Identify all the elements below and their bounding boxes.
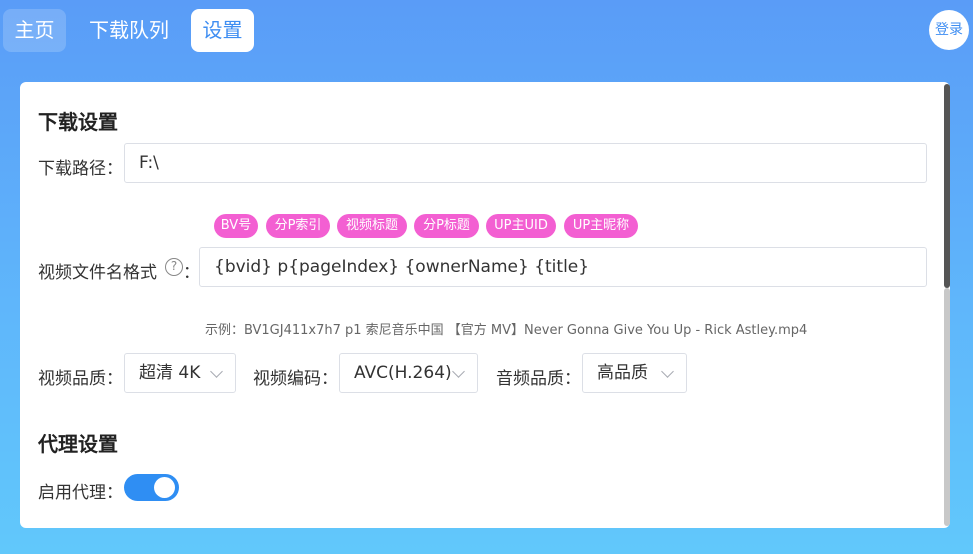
tag-owner-uid[interactable]: UP主UID <box>486 214 556 238</box>
login-button[interactable]: 登录 <box>929 10 969 50</box>
top-nav: 主页 下载队列 设置 登录 <box>0 0 973 62</box>
video-codec-select[interactable]: AVC(H.264) <box>339 353 478 393</box>
enable-proxy-toggle[interactable] <box>124 474 179 501</box>
tag-page-title[interactable]: 分P标题 <box>414 214 479 238</box>
scrollbar-thumb[interactable] <box>944 84 950 288</box>
audio-quality-label: 音频品质： <box>496 369 581 389</box>
download-path-label: 下载路径： <box>38 159 123 179</box>
audio-quality-select[interactable]: 高品质 <box>582 353 687 393</box>
video-codec-label: 视频编码： <box>253 369 338 389</box>
proxy-settings-title: 代理设置 <box>38 432 118 456</box>
tag-owner-name[interactable]: UP主昵称 <box>564 214 638 238</box>
video-quality-label: 视频品质： <box>38 369 123 389</box>
toggle-knob <box>154 477 175 498</box>
tag-bvid[interactable]: BV号 <box>214 214 258 238</box>
video-codec-value: AVC(H.264) <box>354 363 452 383</box>
chevron-down-icon <box>452 365 465 378</box>
filename-format-colon: ： <box>183 263 200 283</box>
filename-example: 示例：BV1GJ411x7h7 p1 索尼音乐中国 【官方 MV】Never G… <box>205 323 808 338</box>
chevron-down-icon <box>661 365 674 378</box>
enable-proxy-label: 启用代理： <box>38 483 123 503</box>
question-circle-icon[interactable]: ? <box>165 258 183 276</box>
video-quality-value: 超清 4K <box>139 363 201 383</box>
tab-home[interactable]: 主页 <box>3 9 66 52</box>
settings-card: 下载设置 下载路径： F:\ BV号 分P索引 视频标题 分P标题 UP主UID… <box>20 82 950 528</box>
scrollbar-track[interactable] <box>944 288 950 526</box>
tag-video-title[interactable]: 视频标题 <box>337 214 407 238</box>
download-path-input[interactable]: F:\ <box>124 143 927 183</box>
filename-format-input[interactable]: {bvid} p{pageIndex} {ownerName} {title} <box>199 247 927 287</box>
tag-page-index[interactable]: 分P索引 <box>266 214 330 238</box>
video-quality-select[interactable]: 超清 4K <box>124 353 236 393</box>
tab-settings[interactable]: 设置 <box>191 9 254 52</box>
filename-format-label: 视频文件名格式 <box>38 263 157 283</box>
download-settings-title: 下载设置 <box>38 110 118 134</box>
tab-download-queue[interactable]: 下载队列 <box>80 9 178 52</box>
audio-quality-value: 高品质 <box>597 363 648 383</box>
chevron-down-icon <box>210 365 223 378</box>
